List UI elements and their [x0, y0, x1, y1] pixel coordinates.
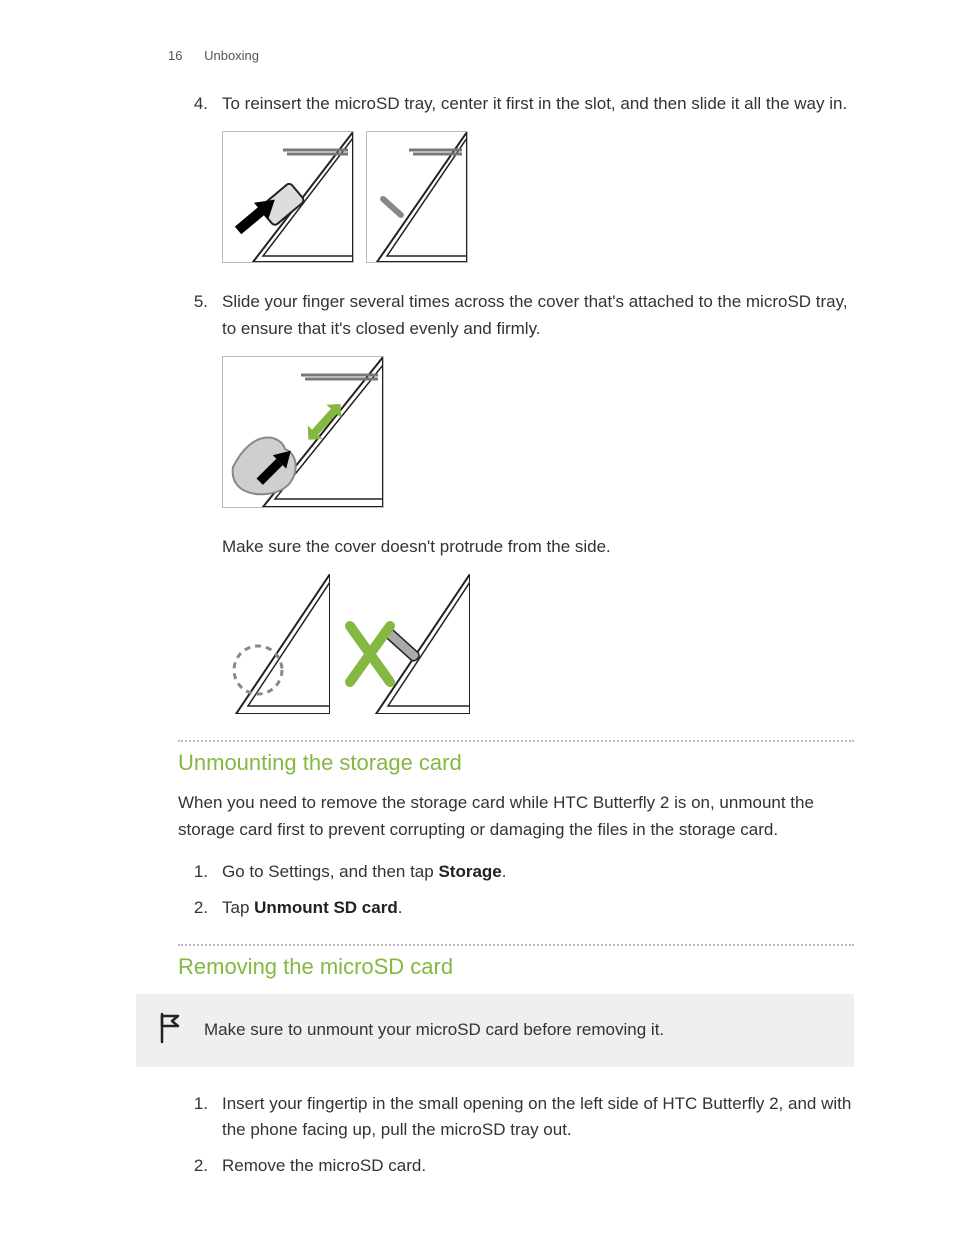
figure-cover-wrong: [342, 574, 470, 714]
step5-note: Make sure the cover doesn't protrude fro…: [222, 534, 854, 560]
step-text: Remove the microSD card.: [222, 1153, 854, 1179]
figure-insert-tray: [222, 131, 354, 263]
step-number: 5.: [178, 289, 222, 342]
figure-row-protrude: [222, 574, 854, 714]
figure-row-step4: [222, 131, 854, 263]
manual-page: 16 Unboxing 4. To reinsert the microSD t…: [0, 0, 954, 1250]
figure-row-step5: [222, 356, 854, 508]
section-divider: [178, 740, 854, 742]
step-item: 4. To reinsert the microSD tray, center …: [178, 91, 854, 117]
step-item: 2. Remove the microSD card.: [178, 1153, 854, 1179]
step-text: Slide your finger several times across t…: [222, 289, 854, 342]
step-text: Tap Unmount SD card.: [222, 895, 854, 921]
heading-removing: Removing the microSD card: [178, 954, 854, 980]
step-text: Go to Settings, and then tap Storage.: [222, 859, 854, 885]
figure-slide-cover: [222, 356, 384, 508]
step-number: 2.: [178, 1153, 222, 1179]
section-divider: [178, 944, 854, 946]
running-header: 16 Unboxing: [168, 48, 854, 63]
flag-icon: [158, 1012, 190, 1049]
callout-text: Make sure to unmount your microSD card b…: [204, 1020, 664, 1040]
step-number: 1.: [178, 1091, 222, 1144]
step-item: 1. Insert your fingertip in the small op…: [178, 1091, 854, 1144]
step-text: To reinsert the microSD tray, center it …: [222, 91, 854, 117]
page-number: 16: [168, 48, 182, 63]
step-number: 2.: [178, 895, 222, 921]
step-text: Insert your fingertip in the small openi…: [222, 1091, 854, 1144]
step-number: 1.: [178, 859, 222, 885]
step-item: 1. Go to Settings, and then tap Storage.: [178, 859, 854, 885]
figure-cover-correct: [222, 574, 330, 714]
page-content: 4. To reinsert the microSD tray, center …: [178, 91, 854, 1180]
figure-tray-flush: [366, 131, 468, 263]
step-number: 4.: [178, 91, 222, 117]
step-item: 2. Tap Unmount SD card.: [178, 895, 854, 921]
unmount-intro: When you need to remove the storage card…: [178, 790, 854, 843]
callout-box: Make sure to unmount your microSD card b…: [136, 994, 854, 1067]
step-item: 5. Slide your finger several times acros…: [178, 289, 854, 342]
header-section: Unboxing: [204, 48, 259, 63]
heading-unmounting: Unmounting the storage card: [178, 750, 854, 776]
